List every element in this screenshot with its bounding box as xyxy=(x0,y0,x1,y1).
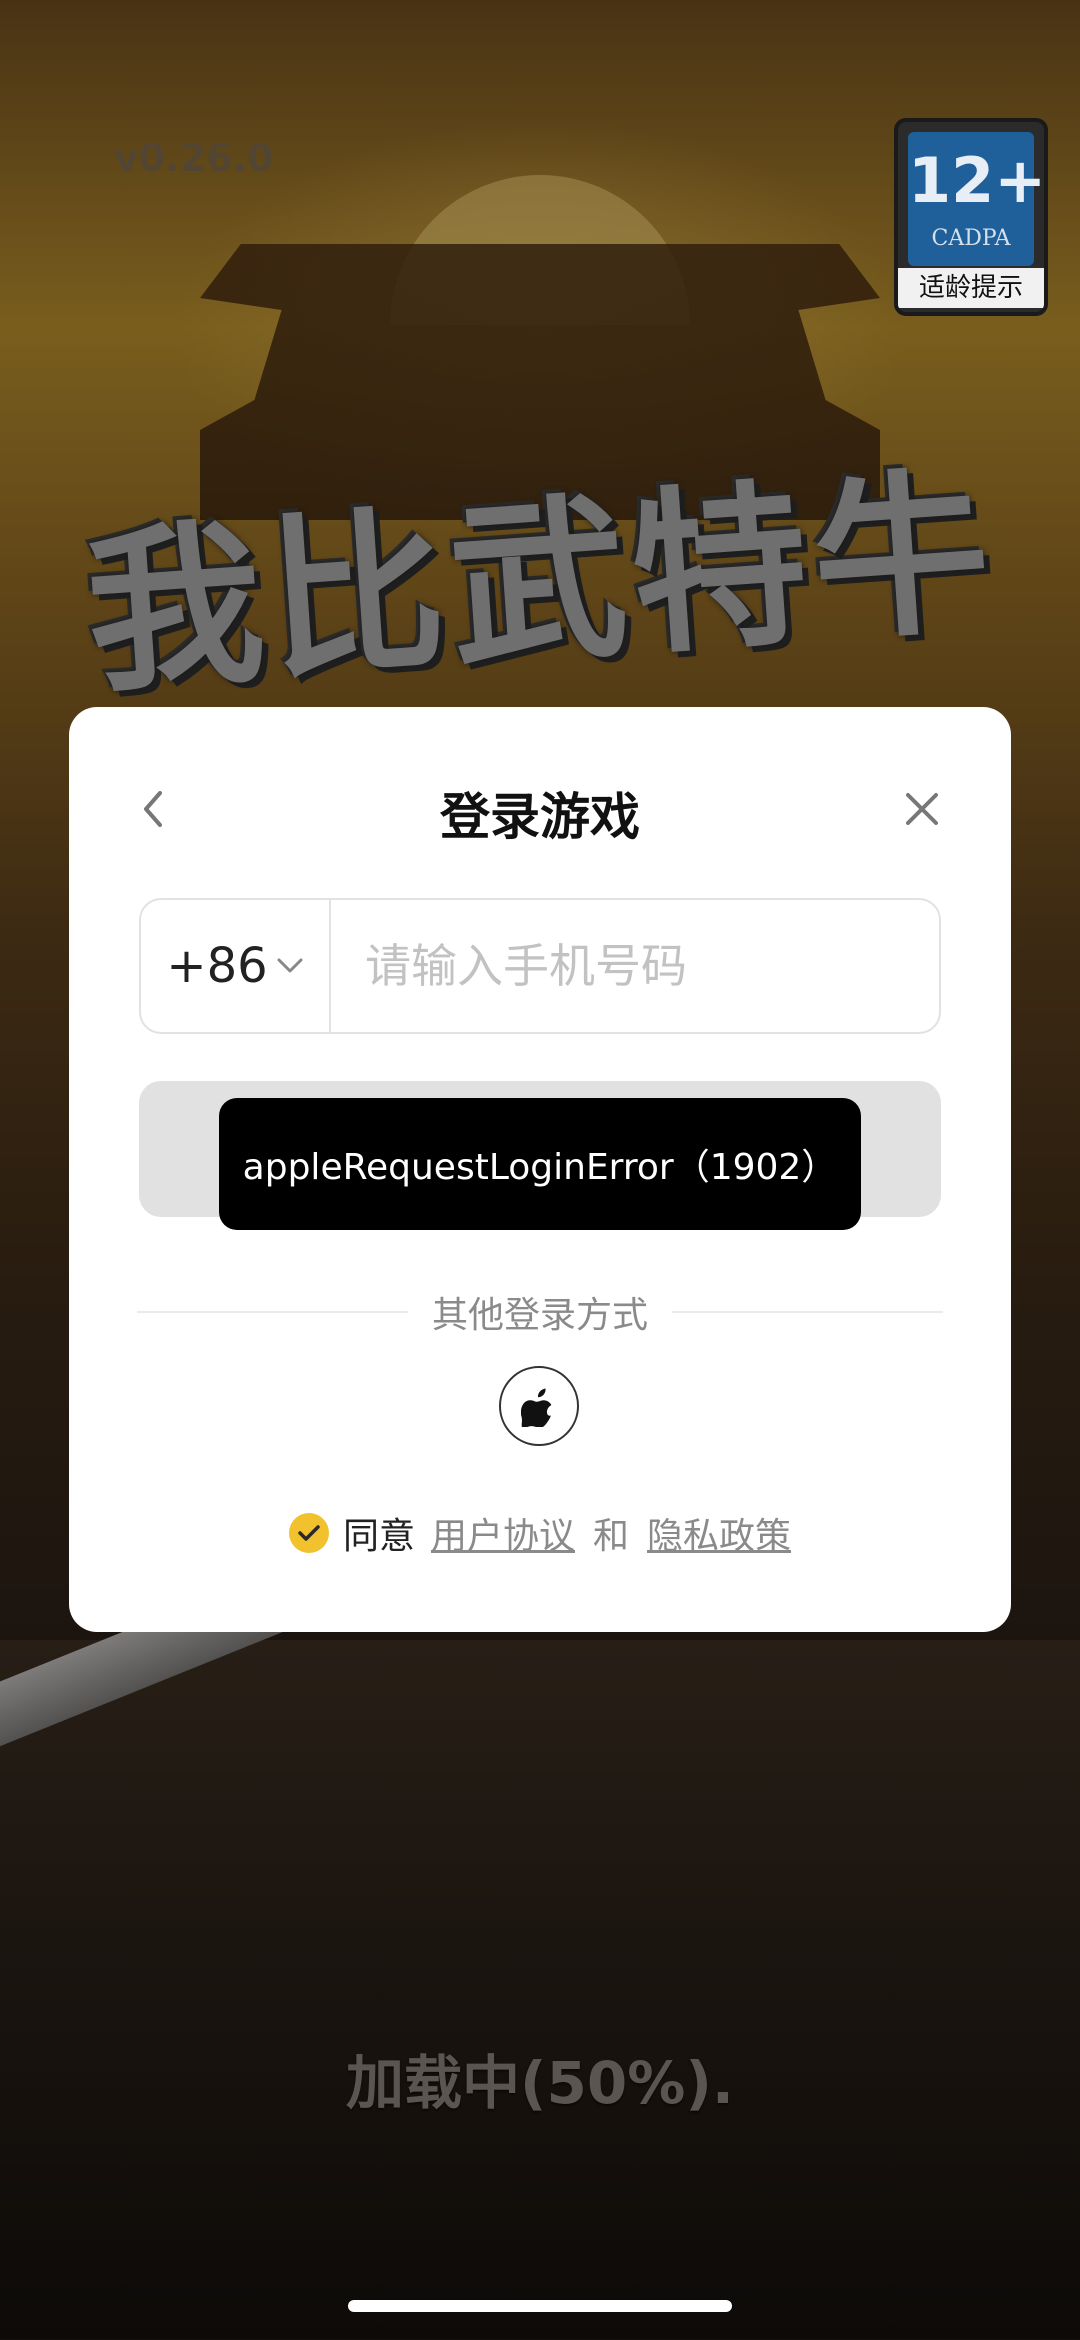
apple-icon xyxy=(521,1388,552,1427)
country-code-select[interactable]: +86 xyxy=(141,900,331,1032)
phone-number-input[interactable] xyxy=(331,899,939,1033)
home-indicator[interactable] xyxy=(348,2300,732,2312)
apple-login-button[interactable] xyxy=(499,1366,579,1446)
close-button[interactable] xyxy=(897,779,947,839)
privacy-policy-link[interactable]: 隐私政策 xyxy=(647,1507,791,1559)
error-toast: appleRequestLoginError（1902） xyxy=(219,1098,861,1230)
agree-and-text: 和 xyxy=(593,1516,630,1557)
divider-line-left xyxy=(137,1311,408,1313)
agree-label: 同意 xyxy=(342,1516,415,1557)
age-rating-org: CADPA xyxy=(931,226,1011,251)
checkmark-icon xyxy=(298,1525,320,1541)
divider-line-right xyxy=(672,1311,944,1313)
loading-progress-text: 加载中(50%). xyxy=(346,2049,734,2117)
version-label: v0.26.0 xyxy=(114,136,274,180)
age-rating-value: 12+ xyxy=(908,144,1047,217)
login-dialog: 登录游戏 +86 appleRequestLoginError（1902） 其他… xyxy=(69,707,1011,1632)
user-agreement-link[interactable]: 用户协议 xyxy=(431,1507,575,1559)
age-rating-panel: 12+ CADPA xyxy=(908,132,1047,266)
other-login-label: 其他登录方式 xyxy=(432,1295,649,1336)
phone-field-group: +86 xyxy=(139,898,941,1034)
other-login-divider: 其他登录方式 xyxy=(137,1287,944,1337)
agree-checkbox[interactable] xyxy=(288,1513,329,1553)
age-rating-badge: 12+ CADPA 适龄提示 xyxy=(894,118,1048,316)
age-rating-hint: 适龄提示 xyxy=(898,268,1044,308)
dialog-title: 登录游戏 xyxy=(440,788,640,846)
close-icon xyxy=(906,793,938,825)
agreement-row: 同意 用户协议 和 隐私政策 xyxy=(69,1505,1011,1561)
country-code-value: +86 xyxy=(166,938,268,994)
chevron-down-icon xyxy=(277,958,303,973)
